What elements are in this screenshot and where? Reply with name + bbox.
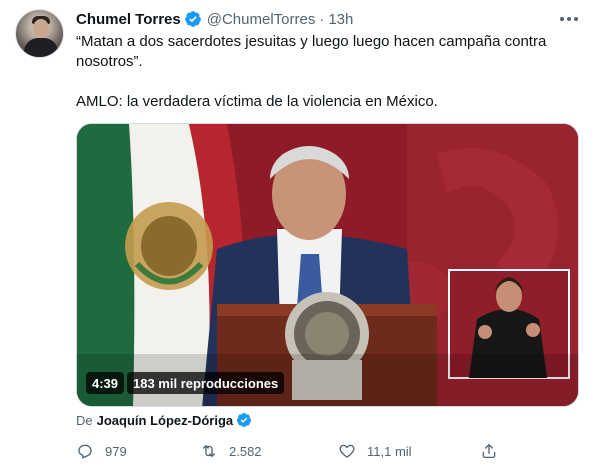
- tweet-header: Chumel Torres @ChumelTorres · 13h: [76, 9, 353, 29]
- reply-count: 979: [105, 443, 127, 459]
- video-frame: [77, 124, 578, 406]
- video-source: De Joaquín López-Dóriga: [76, 411, 252, 429]
- share-icon: [482, 443, 496, 459]
- tweet-actions: 979 2.582 11,1 mil: [76, 440, 506, 462]
- reply-button[interactable]: 979: [76, 440, 127, 462]
- avatar-body: [24, 38, 58, 57]
- handle[interactable]: @ChumelTorres: [207, 11, 316, 28]
- display-name[interactable]: Chumel Torres: [76, 11, 181, 28]
- timestamp[interactable]: 13h: [328, 11, 353, 28]
- avatar[interactable]: [15, 9, 64, 58]
- source-author-link[interactable]: Joaquín López-Dóriga: [97, 413, 234, 428]
- source-prefix: De: [76, 412, 93, 428]
- retweet-button[interactable]: 2.582: [200, 440, 262, 462]
- share-button[interactable]: [480, 440, 509, 462]
- heart-icon: [339, 444, 355, 458]
- reply-icon: [78, 444, 92, 459]
- like-button[interactable]: 11,1 mil: [338, 440, 412, 462]
- video-duration: 4:39: [86, 372, 125, 394]
- avatar-face: [33, 19, 49, 38]
- tweet[interactable]: Chumel Torres @ChumelTorres · 13h “Matan…: [0, 0, 597, 472]
- separator-dot: ·: [319, 10, 325, 28]
- tweet-text-line-2: AMLO: la verdadera víctima de la violenc…: [76, 93, 438, 110]
- tweet-text-line-1: “Matan a dos sacerdotes jesuitas y luego…: [76, 33, 547, 70]
- verified-badge-icon: [184, 11, 201, 27]
- like-count: 11,1 mil: [367, 443, 412, 459]
- retweet-count: 2.582: [229, 443, 262, 459]
- video-player[interactable]: 4:39 183 mil reproducciones: [76, 123, 579, 407]
- more-dots-icon[interactable]: [558, 10, 580, 28]
- video-view-count: 183 mil reproducciones: [127, 372, 285, 394]
- verified-badge-icon: [237, 413, 252, 427]
- retweet-icon: [203, 445, 215, 457]
- tweet-text: “Matan a dos sacerdotes jesuitas y luego…: [76, 32, 586, 112]
